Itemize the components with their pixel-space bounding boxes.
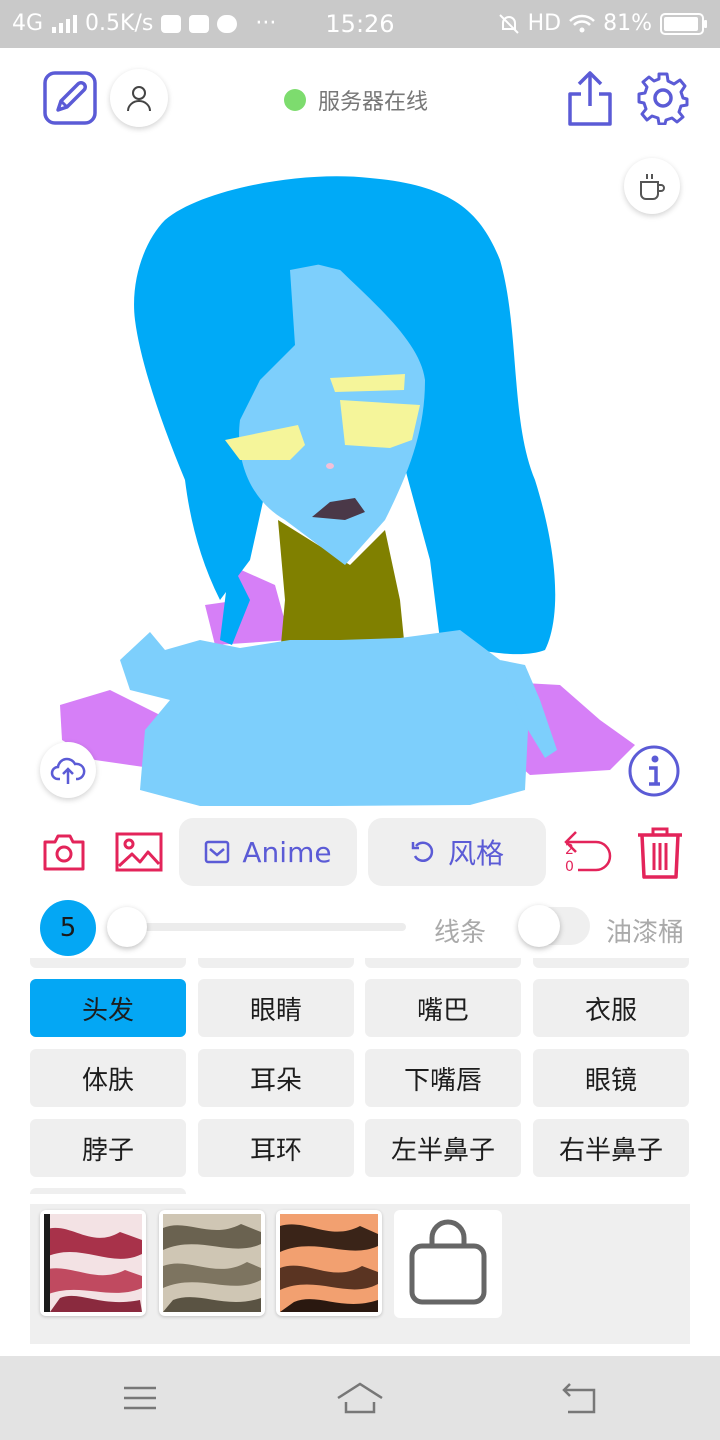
camera-icon	[43, 834, 85, 871]
parts-grid-scroll-peek	[533, 958, 689, 968]
texture-swatch[interactable]	[276, 1210, 382, 1316]
info-button[interactable]	[627, 744, 681, 798]
texture-swatch-image	[163, 1214, 261, 1312]
delete-button[interactable]	[636, 826, 684, 880]
brush-size-slider-thumb[interactable]	[107, 907, 147, 947]
brush-size-slider[interactable]	[110, 923, 406, 931]
undo-count-bottom: 0	[565, 859, 574, 875]
part-earrings[interactable]: 耳环	[198, 1119, 354, 1177]
hd-indicator: HD	[527, 11, 562, 36]
parts-grid-scroll-peek	[30, 1188, 186, 1194]
status-bar: 4G 0.5K/s ··· 15:26 HD 81%	[0, 0, 720, 48]
menu-icon	[124, 1386, 156, 1410]
parts-grid-scroll-peek	[365, 958, 521, 968]
back-icon	[562, 1383, 596, 1414]
server-status: 服务器在线	[284, 84, 428, 116]
camera-button[interactable]	[42, 832, 86, 872]
settings-button[interactable]	[636, 71, 690, 126]
texture-swatch[interactable]	[159, 1210, 265, 1316]
battery-percent: 81%	[603, 11, 652, 36]
sketch-drawing	[60, 176, 635, 806]
server-status-text: 服务器在线	[318, 90, 429, 115]
part-right-nose[interactable]: 右半鼻子	[533, 1119, 689, 1177]
brush-size-badge: 5	[40, 900, 96, 956]
home-icon	[337, 1382, 383, 1414]
checkbox-mail-icon	[205, 840, 230, 864]
server-status-dot	[284, 89, 306, 111]
parts-grid-scroll-peek	[30, 958, 186, 968]
status-right: HD 81%	[498, 11, 708, 36]
gear-icon	[637, 72, 689, 126]
part-clothes[interactable]: 衣服	[533, 979, 689, 1037]
coffee-cup-icon	[640, 174, 665, 200]
paint-bucket-label: 油漆桶	[606, 918, 685, 948]
part-left-nose[interactable]: 左半鼻子	[365, 1119, 521, 1177]
texture-swatch-image	[44, 1214, 142, 1312]
anime-label: Anime	[242, 835, 332, 869]
parts-grid: 头发 眼睛 嘴巴 衣服 体肤 耳朵 下嘴唇 眼镜 脖子 耳环 左半鼻子 右半鼻子	[0, 958, 720, 1194]
user-icon	[127, 86, 151, 112]
part-neck[interactable]: 脖子	[30, 1119, 186, 1177]
texture-swatch[interactable]	[40, 1210, 146, 1316]
mute-bell-icon	[498, 13, 519, 34]
nav-menu-button[interactable]	[120, 1382, 160, 1414]
shopping-bag-icon	[409, 1219, 487, 1305]
part-skin[interactable]: 体肤	[30, 1049, 186, 1107]
image-icon	[115, 832, 163, 872]
share-button[interactable]	[566, 70, 614, 128]
draw-mode-button[interactable]	[42, 70, 98, 126]
battery-icon	[660, 12, 707, 35]
drawing-canvas[interactable]	[0, 140, 720, 810]
part-hair[interactable]: 头发	[30, 979, 186, 1037]
part-lower-lip[interactable]: 下嘴唇	[365, 1049, 521, 1107]
undo-count-top: 2	[565, 842, 574, 858]
gallery-button[interactable]	[115, 832, 163, 872]
coffee-button[interactable]	[624, 158, 680, 214]
trash-icon	[638, 827, 682, 879]
line-mode-label: 线条	[434, 918, 487, 948]
part-eyes[interactable]: 眼睛	[198, 979, 354, 1037]
shop-button[interactable]	[394, 1210, 502, 1318]
upload-button[interactable]	[40, 742, 96, 798]
user-button[interactable]	[110, 69, 168, 127]
refresh-icon	[411, 841, 434, 862]
wifi-icon	[569, 14, 595, 32]
nav-home-button[interactable]	[334, 1378, 386, 1418]
part-ears[interactable]: 耳朵	[198, 1049, 354, 1107]
info-icon	[628, 745, 680, 797]
sketch-pen-icon	[43, 71, 97, 125]
style-label: 风格	[447, 837, 504, 870]
cloud-upload-icon	[50, 757, 86, 784]
anime-button[interactable]: Anime	[179, 818, 357, 886]
system-nav-bar	[0, 1356, 720, 1440]
texture-swatch-image	[280, 1214, 378, 1312]
part-glasses[interactable]: 眼镜	[533, 1049, 689, 1107]
nav-back-button[interactable]	[560, 1380, 600, 1416]
undo-button[interactable]: 2 0	[562, 828, 614, 878]
part-mouth[interactable]: 嘴巴	[365, 979, 521, 1037]
style-button[interactable]: 风格	[368, 818, 546, 886]
parts-grid-scroll-peek	[198, 958, 354, 968]
share-icon	[568, 71, 612, 126]
paint-bucket-toggle-knob[interactable]	[518, 905, 560, 947]
